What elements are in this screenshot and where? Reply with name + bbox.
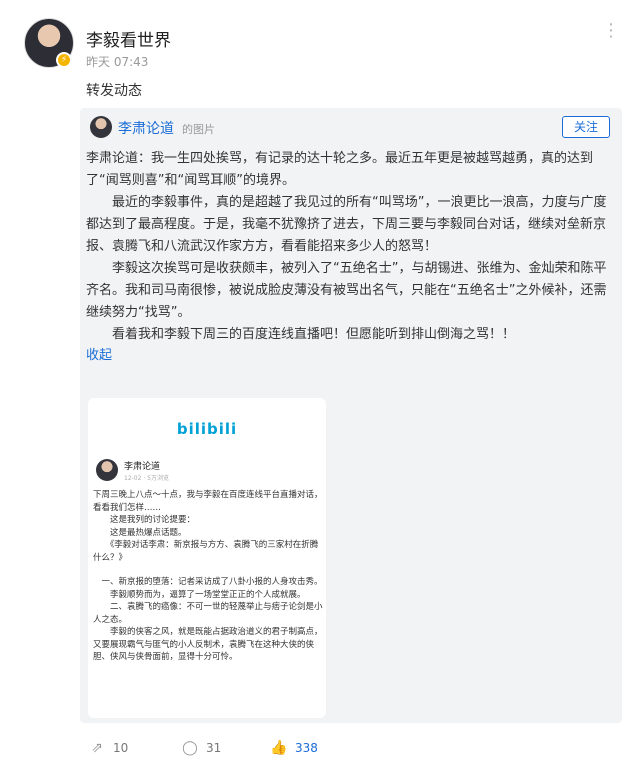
image-author-name: 李肃论道	[124, 462, 161, 472]
like-count: 338	[295, 741, 318, 755]
image-line: 一、新京报的堕落：记者采访成了八卦小报的人身攻击秀。	[93, 577, 323, 587]
reposted-paragraph: 看着我和李毅下周三的百度连线直播吧！但愿能听到排山倒海之骂！！	[86, 327, 516, 342]
image-line: 李毅顺势而为，逼算了一场堂堂正正的个人成就展。	[93, 589, 306, 600]
comment-count: 31	[206, 741, 222, 755]
image-line: 《李毅对话李肃：新京报与方方、袁腾飞的三家村在折腾什么？》	[93, 540, 319, 563]
follow-button[interactable]: 关注	[562, 116, 610, 138]
more-menu-icon[interactable]: ⋮	[602, 22, 620, 48]
image-line-gap	[93, 564, 323, 576]
weibo-post: ⚡ 李毅看世界 昨天 07:43 ⋮ 转发动态 李肃论道 的图片 关注 李肃论道…	[0, 0, 630, 777]
comment-button[interactable]: ◯ 31	[181, 740, 221, 756]
attached-image[interactable]: bilibili 李肃论道 12-02 · 5万浏览 下周三晚上八点～十点，我与…	[88, 398, 326, 718]
comment-icon: ◯	[182, 740, 198, 756]
image-text: 下周三晚上八点～十点，我与李毅在百度连线平台直播对话，看看我们怎样…… 这是我列…	[93, 489, 323, 664]
reposted-paragraph: 李毅这次挨骂可是收获颇丰，被列入了“五绝名士”，与胡锡进、张维为、金灿荣和陈平齐…	[86, 261, 607, 320]
post-text: 转发动态	[86, 83, 142, 99]
action-bar: ⇗ 10 ◯ 31 👍 338	[0, 740, 630, 768]
reposted-paragraph: 李肃论道：我一生四处挨骂，有记录的达十轮之多。最近五年更是被越骂越勇，真的达到了…	[86, 151, 594, 188]
reposted-author-name[interactable]: 李肃论道	[118, 118, 174, 138]
user-name[interactable]: 李毅看世界	[86, 26, 171, 51]
collapse-link[interactable]: 收起	[86, 346, 616, 366]
image-line: 二、袁腾飞的癌像：不可一世的轻蔑举止与痞子论剑是小人之态。	[93, 602, 323, 625]
reposted-text: 李肃论道：我一生四处挨骂，有记录的达十轮之多。最近五年更是被越骂越勇，真的达到了…	[86, 148, 616, 366]
repost-button[interactable]: ⇗ 10	[88, 740, 128, 756]
reposted-content: 李肃论道 的图片 关注 李肃论道：我一生四处挨骂，有记录的达十轮之多。最近五年更…	[80, 108, 622, 723]
repost-count: 10	[113, 741, 129, 755]
repost-icon: ⇗	[91, 740, 103, 756]
bilibili-logo: bilibili	[176, 420, 238, 438]
image-meta: 12-02 · 5万浏览	[124, 475, 169, 482]
post-time: 昨天 07:43	[86, 55, 149, 69]
image-line: 这是我列的讨论提要：	[93, 515, 196, 525]
reposted-author-avatar[interactable]	[90, 116, 112, 138]
image-line: 这是最热爆点话题。	[93, 527, 187, 538]
like-button[interactable]: 👍 338	[270, 740, 318, 756]
reposted-type-label: 的图片	[182, 123, 215, 136]
image-line: 李毅的侠客之风，就是既能占据政治道义的君子制高点，又要展现霸气与匪气的小人反制术…	[93, 627, 323, 662]
reposted-paragraph: 最近的李毅事件，真的是超越了我见过的所有“叫骂场”，一浪更比一浪高，力度与广度都…	[86, 195, 607, 254]
image-author-avatar	[96, 459, 118, 481]
image-line: 下周三晚上八点～十点，我与李毅在百度连线平台直播对话，看看我们怎样……	[93, 490, 323, 513]
verified-badge-icon: ⚡	[56, 52, 72, 68]
thumbs-up-icon: 👍	[270, 740, 288, 756]
